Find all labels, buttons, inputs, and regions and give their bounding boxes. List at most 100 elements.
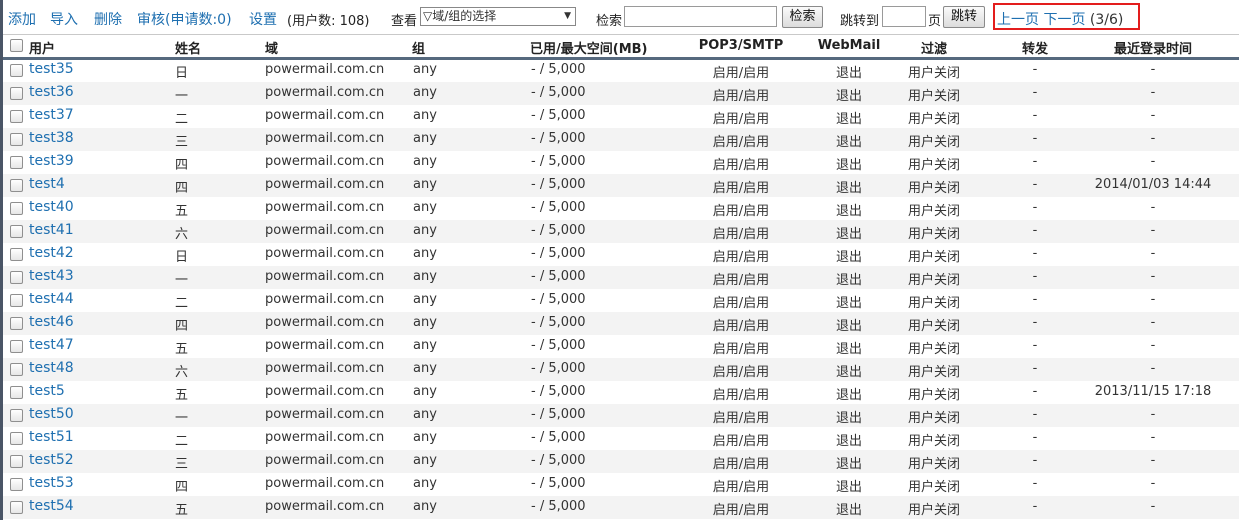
domain-cell: powermail.com.cn (265, 177, 385, 192)
select-all-checkbox[interactable] (10, 39, 23, 52)
user-link[interactable]: test38 (29, 130, 74, 146)
user-link[interactable]: test50 (29, 406, 74, 422)
table-row: test44 二 powermail.com.cn any - / 5,000 启用/启用… (3, 289, 1239, 312)
user-link[interactable]: test48 (29, 360, 74, 376)
row-checkbox[interactable] (10, 317, 23, 330)
group-cell: any (413, 108, 437, 123)
group-cell: any (413, 269, 437, 284)
space-cell: - / 5,000 (531, 315, 586, 330)
user-link[interactable]: test43 (29, 268, 74, 284)
row-checkbox[interactable] (10, 432, 23, 445)
group-cell: any (413, 384, 437, 399)
last-login-cell: - (1150, 292, 1156, 307)
last-login-cell: - (1150, 476, 1156, 491)
import-link[interactable]: 导入 (50, 9, 78, 29)
row-checkbox[interactable] (10, 363, 23, 376)
forward-cell: - (1032, 430, 1038, 445)
domain-cell: powermail.com.cn (265, 85, 385, 100)
webmail-cell: 退出 (835, 457, 862, 472)
name-cell: 五 (175, 204, 189, 219)
name-cell: 日 (175, 66, 189, 81)
name-cell: 一 (175, 89, 189, 104)
name-cell: 四 (175, 480, 189, 495)
filter-cell: 用户关闭 (907, 158, 960, 173)
user-link[interactable]: test53 (29, 475, 74, 491)
user-link[interactable]: test47 (29, 337, 74, 353)
next-page-link[interactable]: 下一页 (1043, 12, 1085, 28)
table-row: test43 一 powermail.com.cn any - / 5,000 启用/启用… (3, 266, 1239, 289)
row-checkbox[interactable] (10, 478, 23, 491)
user-link[interactable]: test39 (29, 153, 74, 169)
user-link[interactable]: test51 (29, 429, 74, 445)
row-checkbox[interactable] (10, 156, 23, 169)
page-number-input[interactable] (882, 6, 926, 27)
user-link[interactable]: test42 (29, 245, 74, 261)
search-input[interactable] (624, 6, 777, 27)
last-login-cell: - (1150, 499, 1156, 514)
search-button[interactable]: 检索 (782, 6, 823, 28)
row-checkbox[interactable] (10, 133, 23, 146)
user-link[interactable]: test35 (29, 61, 74, 77)
pop3-smtp-cell: 启用/启用 (712, 66, 770, 81)
table-row: test41 六 powermail.com.cn any - / 5,000 启用/启用… (3, 220, 1239, 243)
forward-cell: - (1032, 108, 1038, 123)
space-cell: - / 5,000 (531, 384, 586, 399)
domain-group-select[interactable]: ▽域/组的选择 ▼ (420, 7, 576, 26)
prev-page-link[interactable]: 上一页 (997, 12, 1039, 28)
webmail-cell: 退出 (835, 204, 862, 219)
user-link[interactable]: test36 (29, 84, 74, 100)
name-cell: 一 (175, 273, 189, 288)
domain-cell: powermail.com.cn (265, 453, 385, 468)
forward-cell: - (1032, 384, 1038, 399)
user-link[interactable]: test41 (29, 222, 74, 238)
forward-cell: - (1032, 269, 1038, 284)
filter-cell: 用户关闭 (907, 135, 960, 150)
row-checkbox[interactable] (10, 455, 23, 468)
user-link[interactable]: test5 (29, 383, 65, 399)
space-cell: - / 5,000 (531, 338, 586, 353)
row-checkbox[interactable] (10, 110, 23, 123)
filter-cell: 用户关闭 (907, 388, 960, 403)
last-login-cell: - (1150, 338, 1156, 353)
row-checkbox[interactable] (10, 64, 23, 77)
review-link[interactable]: 审核(申请数:0) (137, 9, 232, 29)
row-checkbox[interactable] (10, 340, 23, 353)
row-checkbox[interactable] (10, 248, 23, 261)
row-checkbox[interactable] (10, 87, 23, 100)
row-checkbox[interactable] (10, 409, 23, 422)
user-link[interactable]: test37 (29, 107, 74, 123)
domain-cell: powermail.com.cn (265, 338, 385, 353)
filter-cell: 用户关闭 (907, 480, 960, 495)
user-link[interactable]: test54 (29, 498, 74, 514)
add-link[interactable]: 添加 (8, 9, 36, 29)
name-cell: 二 (175, 112, 189, 127)
filter-cell: 用户关闭 (907, 319, 960, 334)
pop3-smtp-cell: 启用/启用 (712, 296, 770, 311)
group-cell: any (413, 407, 437, 422)
filter-cell: 用户关闭 (907, 181, 960, 196)
user-link[interactable]: test46 (29, 314, 74, 330)
filter-cell: 用户关闭 (907, 227, 960, 242)
forward-cell: - (1032, 499, 1038, 514)
row-checkbox[interactable] (10, 501, 23, 514)
row-checkbox[interactable] (10, 386, 23, 399)
pop3-smtp-cell: 启用/启用 (712, 434, 770, 449)
user-link[interactable]: test44 (29, 291, 74, 307)
user-link[interactable]: test4 (29, 176, 65, 192)
row-checkbox[interactable] (10, 271, 23, 284)
webmail-cell: 退出 (835, 135, 862, 150)
settings-link[interactable]: 设置 (249, 9, 277, 29)
space-cell: - / 5,000 (531, 108, 586, 123)
row-checkbox[interactable] (10, 202, 23, 215)
user-link[interactable]: test52 (29, 452, 74, 468)
row-checkbox[interactable] (10, 179, 23, 192)
last-login-cell: - (1150, 131, 1156, 146)
row-checkbox[interactable] (10, 225, 23, 238)
row-checkbox[interactable] (10, 294, 23, 307)
forward-cell: - (1032, 154, 1038, 169)
domain-cell: powermail.com.cn (265, 131, 385, 146)
jump-button[interactable]: 跳转 (943, 6, 985, 28)
user-link[interactable]: test40 (29, 199, 74, 215)
group-cell: any (413, 476, 437, 491)
delete-link[interactable]: 删除 (94, 9, 122, 29)
